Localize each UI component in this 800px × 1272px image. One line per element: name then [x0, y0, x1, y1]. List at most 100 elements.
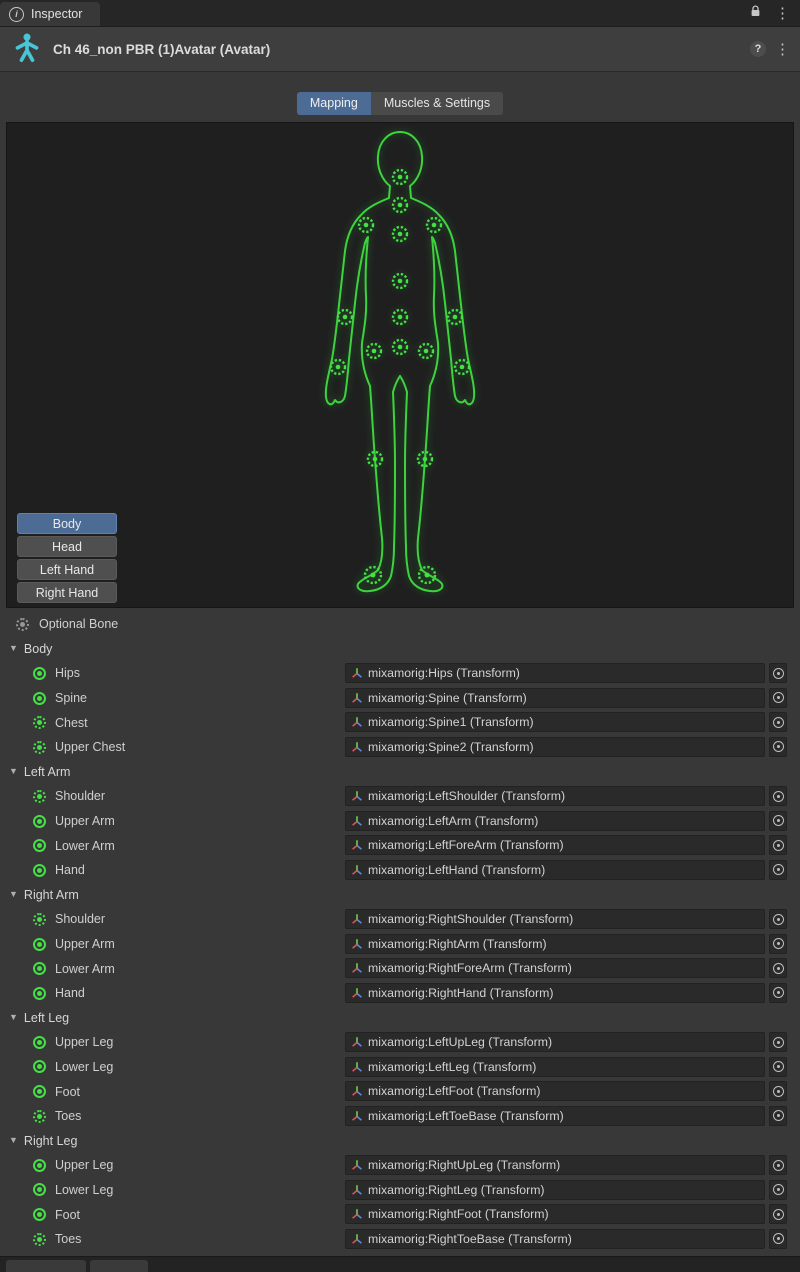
- lock-icon[interactable]: [750, 5, 761, 21]
- bone-object-field[interactable]: mixamorig:RightHand (Transform): [345, 982, 765, 1003]
- bone-label[interactable]: Lower Arm: [55, 962, 115, 976]
- bone-status-icon[interactable]: [33, 1060, 46, 1074]
- right-hand-button[interactable]: Right Hand: [17, 582, 117, 603]
- bone-group-header[interactable]: ▼ Right Leg: [0, 1128, 800, 1153]
- bone-status-icon[interactable]: [33, 789, 46, 803]
- object-picker-button[interactable]: [769, 663, 787, 684]
- bone-label[interactable]: Lower Leg: [55, 1183, 113, 1197]
- object-picker-button[interactable]: [769, 1056, 787, 1077]
- bone-object-field[interactable]: mixamorig:RightToeBase (Transform): [345, 1228, 765, 1249]
- avatar-bone-map[interactable]: [300, 129, 500, 599]
- bone-status-icon[interactable]: [33, 1183, 46, 1197]
- bone-label[interactable]: Lower Arm: [55, 839, 115, 853]
- left-hand-button[interactable]: Left Hand: [17, 559, 117, 580]
- bone-object-field[interactable]: mixamorig:RightArm (Transform): [345, 933, 765, 954]
- bone-status-icon[interactable]: [33, 1158, 46, 1172]
- clipped-tab-stub[interactable]: [6, 1260, 86, 1272]
- bone-label[interactable]: Upper Leg: [55, 1158, 113, 1172]
- bone-object-field[interactable]: mixamorig:LeftFoot (Transform): [345, 1081, 765, 1102]
- bone-status-icon[interactable]: [33, 986, 46, 1000]
- bone-object-field[interactable]: mixamorig:LeftUpLeg (Transform): [345, 1032, 765, 1053]
- bone-label[interactable]: Hand: [55, 986, 85, 1000]
- bone-label[interactable]: Spine: [55, 691, 87, 705]
- bone-label[interactable]: Upper Chest: [55, 740, 125, 754]
- bone-label[interactable]: Toes: [55, 1109, 81, 1123]
- clipped-tab-stub[interactable]: [90, 1260, 148, 1272]
- bone-status-icon[interactable]: [33, 666, 46, 680]
- bone-object-field[interactable]: mixamorig:LeftHand (Transform): [345, 859, 765, 880]
- bone-object-field[interactable]: mixamorig:LeftShoulder (Transform): [345, 786, 765, 807]
- object-picker-button[interactable]: [769, 1105, 787, 1126]
- bone-label[interactable]: Upper Arm: [55, 814, 115, 828]
- bone-status-icon[interactable]: [33, 863, 46, 877]
- object-picker-button[interactable]: [769, 712, 787, 733]
- bone-label[interactable]: Hand: [55, 863, 85, 877]
- bone-group-header[interactable]: ▼ Left Leg: [0, 1006, 800, 1031]
- bone-status-icon[interactable]: [33, 1085, 46, 1099]
- bone-status-icon[interactable]: [33, 1109, 46, 1123]
- bone-object-field[interactable]: mixamorig:Spine2 (Transform): [345, 736, 765, 757]
- bone-object-field[interactable]: mixamorig:RightUpLeg (Transform): [345, 1155, 765, 1176]
- bone-status-icon[interactable]: [33, 716, 46, 730]
- foldout-triangle-icon[interactable]: ▼: [9, 1135, 18, 1145]
- foldout-triangle-icon[interactable]: ▼: [9, 766, 18, 776]
- object-picker-button[interactable]: [769, 1081, 787, 1102]
- bone-status-icon[interactable]: [33, 962, 46, 976]
- bone-status-icon[interactable]: [33, 937, 46, 951]
- object-picker-button[interactable]: [769, 958, 787, 979]
- bone-label[interactable]: Upper Leg: [55, 1035, 113, 1049]
- bone-label[interactable]: Chest: [55, 716, 88, 730]
- bone-status-icon[interactable]: [33, 839, 46, 853]
- bone-object-field[interactable]: mixamorig:RightFoot (Transform): [345, 1204, 765, 1225]
- object-picker-button[interactable]: [769, 1228, 787, 1249]
- bone-object-field[interactable]: mixamorig:RightForeArm (Transform): [345, 958, 765, 979]
- bone-object-field[interactable]: mixamorig:RightLeg (Transform): [345, 1179, 765, 1200]
- bone-label[interactable]: Toes: [55, 1232, 81, 1246]
- bone-label[interactable]: Foot: [55, 1208, 80, 1222]
- bone-object-field[interactable]: mixamorig:Hips (Transform): [345, 663, 765, 684]
- foldout-triangle-icon[interactable]: ▼: [9, 1012, 18, 1022]
- bone-object-field[interactable]: mixamorig:LeftToeBase (Transform): [345, 1105, 765, 1126]
- object-picker-button[interactable]: [769, 909, 787, 930]
- bone-status-icon[interactable]: [33, 912, 46, 926]
- bone-status-icon[interactable]: [33, 1232, 46, 1246]
- object-picker-button[interactable]: [769, 1155, 787, 1176]
- bone-group-header[interactable]: ▼ Right Arm: [0, 883, 800, 908]
- object-picker-button[interactable]: [769, 982, 787, 1003]
- bone-status-icon[interactable]: [33, 691, 46, 705]
- bone-status-icon[interactable]: [33, 740, 46, 754]
- object-picker-button[interactable]: [769, 1032, 787, 1053]
- bone-label[interactable]: Hips: [55, 666, 80, 680]
- object-picker-button[interactable]: [769, 933, 787, 954]
- titlebar-menu-icon[interactable]: ⋮: [775, 6, 790, 21]
- bone-object-field[interactable]: mixamorig:LeftLeg (Transform): [345, 1056, 765, 1077]
- object-picker-button[interactable]: [769, 1204, 787, 1225]
- object-picker-button[interactable]: [769, 835, 787, 856]
- head-button[interactable]: Head: [17, 536, 117, 557]
- object-picker-button[interactable]: [769, 1179, 787, 1200]
- bone-label[interactable]: Shoulder: [55, 912, 105, 926]
- bone-object-field[interactable]: mixamorig:LeftForeArm (Transform): [345, 835, 765, 856]
- object-picker-button[interactable]: [769, 810, 787, 831]
- header-menu-icon[interactable]: ⋮: [775, 42, 790, 57]
- bone-object-field[interactable]: mixamorig:RightShoulder (Transform): [345, 909, 765, 930]
- bone-group-header[interactable]: ▼ Left Arm: [0, 760, 800, 785]
- tab-mapping[interactable]: Mapping: [296, 92, 371, 115]
- bone-label[interactable]: Shoulder: [55, 789, 105, 803]
- foldout-triangle-icon[interactable]: ▼: [9, 643, 18, 653]
- object-picker-button[interactable]: [769, 786, 787, 807]
- bone-label[interactable]: Lower Leg: [55, 1060, 113, 1074]
- bone-object-field[interactable]: mixamorig:Spine (Transform): [345, 687, 765, 708]
- inspector-tab[interactable]: i Inspector: [0, 2, 101, 26]
- bone-object-field[interactable]: mixamorig:Spine1 (Transform): [345, 712, 765, 733]
- bone-object-field[interactable]: mixamorig:LeftArm (Transform): [345, 810, 765, 831]
- bone-status-icon[interactable]: [33, 1208, 46, 1222]
- object-picker-button[interactable]: [769, 736, 787, 757]
- tab-muscles-settings[interactable]: Muscles & Settings: [370, 92, 504, 115]
- bone-label[interactable]: Upper Arm: [55, 937, 115, 951]
- help-icon[interactable]: ?: [750, 41, 766, 57]
- bone-label[interactable]: Foot: [55, 1085, 80, 1099]
- object-picker-button[interactable]: [769, 687, 787, 708]
- object-picker-button[interactable]: [769, 859, 787, 880]
- bone-status-icon[interactable]: [33, 814, 46, 828]
